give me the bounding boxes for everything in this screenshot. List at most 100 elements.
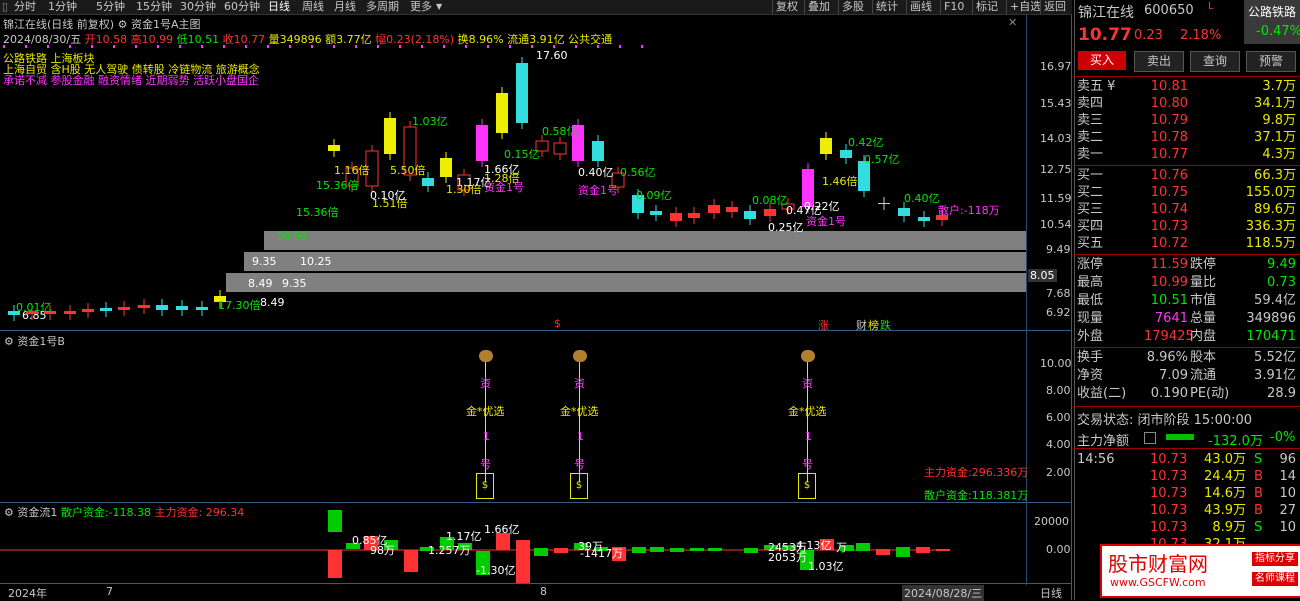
panel-divider — [0, 583, 1072, 584]
flow-label: 4.13亿 — [796, 539, 832, 552]
annotation: 0.40亿 — [578, 166, 614, 179]
retail-funds-label: 散户资金:118.381万 — [924, 489, 1029, 502]
sell-button[interactable]: 卖出 — [1134, 51, 1184, 72]
panel2-title[interactable]: 资金1号B — [17, 335, 65, 348]
annotation: 0.09亿 — [636, 189, 672, 202]
y-tick: 16.97 — [1040, 60, 1072, 73]
tab-30min[interactable]: 30分钟 — [180, 0, 216, 14]
divider — [1074, 254, 1300, 255]
bid-row-4: 买四 10.73 336.3万 — [1077, 219, 1296, 234]
f10-button[interactable]: F10 — [940, 0, 967, 14]
draw-line-button[interactable]: 画线 — [906, 0, 935, 14]
tab-1min[interactable]: 1分钟 — [48, 0, 77, 14]
multi-stock-button[interactable]: 多股 — [838, 0, 867, 14]
tab-monthly[interactable]: 月线 — [334, 0, 356, 14]
period-toolbar: ▯ 分时 1分钟 5分钟 15分钟 30分钟 60分钟 日线 周线 月线 多周期… — [0, 0, 1072, 15]
period-label[interactable]: 日线 — [1040, 585, 1062, 601]
back-button[interactable]: 返回 — [1040, 0, 1069, 14]
alert-button[interactable]: 预警 — [1246, 51, 1296, 72]
buy-button[interactable]: 买入 — [1078, 51, 1126, 70]
tab-5min[interactable]: 5分钟 — [96, 0, 125, 14]
annotation: 1.46倍 — [822, 175, 858, 188]
stats-grid-2: 换手 8.96% 股本 5.52亿 净资 7.09 流通 3.91亿 收益(二) 0… — [1074, 349, 1300, 403]
annotation: 散户:-118万 — [938, 204, 1000, 217]
tick-row: 10.73 24.4万 B 14 — [1150, 469, 1296, 484]
gear-icon[interactable]: ⚙ — [4, 335, 14, 348]
bid-row-2: 买二 10.75 155.0万 — [1077, 185, 1296, 200]
main-net-label: 主力净额 — [1077, 434, 1130, 449]
flow-label: -1417万 — [580, 547, 623, 560]
chevron-down-icon[interactable]: ▼ — [436, 0, 442, 14]
ask-row-5: 卖五 ¥10.81 3.7万 — [1077, 79, 1296, 94]
signal-marker: 资 金*优选 1 号 $ — [466, 350, 505, 502]
y-tick: 7.68 — [1046, 287, 1071, 300]
divider — [1074, 448, 1300, 449]
query-button[interactable]: 查询 — [1190, 51, 1240, 72]
flow-label: 1.03亿 — [808, 560, 844, 573]
stat-row: 现量 7641 总量 349896 — [1077, 311, 1296, 326]
gourd-icon — [479, 350, 493, 362]
money-bag-icon: $ — [798, 473, 816, 499]
annotation: 5.50倍 — [390, 164, 426, 177]
annotation: 资金1号 — [806, 215, 846, 228]
ask-row-1: 卖一 10.77 4.3万 — [1077, 147, 1296, 162]
main-net-pct: -0% — [1270, 430, 1296, 445]
net-bar — [1166, 434, 1194, 440]
money-bag-icon: $ — [476, 473, 494, 499]
y-tick: 20000 — [1034, 515, 1069, 528]
chart-area[interactable]: 锦江在线(日线 前复权) ⚙ 资金1号A主图 ✕ 2024/08/30/五 开1… — [0, 15, 1072, 601]
tab-multi-period[interactable]: 多周期 — [366, 0, 399, 14]
overlay-button[interactable]: 叠加 — [804, 0, 833, 14]
ask-row-2: 卖二 10.78 37.1万 — [1077, 130, 1296, 145]
stat-row: 外盘 179425 内盘 170471 — [1077, 329, 1296, 344]
annotation: 0.22亿 — [804, 200, 840, 213]
tab-weekly[interactable]: 周线 — [302, 0, 324, 14]
marker-cai: 财 — [856, 319, 867, 332]
tick-row: 10.73 43.9万 B 27 — [1150, 503, 1296, 518]
stats-grid: 涨停 11.59 跌停 9.49 最高 10.99 量比 0.73 最低 10.51… — [1074, 256, 1300, 346]
annotation: 0.42亿 — [848, 136, 884, 149]
annotation: 17.30倍 — [218, 299, 261, 312]
main-net-value: -132.0万 — [1208, 434, 1263, 449]
flow-label: 1.257万 — [428, 544, 471, 557]
annotation: 0.08亿 — [752, 194, 788, 207]
add-watchlist-button[interactable]: +自选 — [1006, 0, 1044, 14]
stats-button[interactable]: 统计 — [872, 0, 901, 14]
ask-row-4: 卖四 10.80 34.1万 — [1077, 96, 1296, 111]
annotation: 15.36倍 — [316, 179, 359, 192]
sector-tag[interactable]: 公路铁路 -0.47% — [1244, 0, 1300, 44]
tab-60min[interactable]: 60分钟 — [224, 0, 260, 14]
y-tick: 6.92 — [1046, 306, 1071, 319]
stat-row: 净资 7.09 流通 3.91亿 — [1077, 368, 1296, 383]
y-tick: 14.03 — [1040, 132, 1072, 145]
annotation: 0.40亿 — [904, 192, 940, 205]
checkbox-icon[interactable] — [1144, 432, 1156, 444]
flow-label: -1.30亿 — [476, 564, 516, 577]
watermark-logo: 股市财富网 www.GSCFW.com 指标分享 名师课程 — [1100, 544, 1300, 598]
stat-row: 收益(二) 0.190 PE(动) 28.9 — [1077, 386, 1296, 401]
tab-daily[interactable]: 日线 — [268, 0, 290, 14]
y-tick: 0.00 — [1046, 543, 1071, 556]
fuquan-button[interactable]: 复权 — [772, 0, 801, 14]
gourd-icon — [573, 350, 587, 362]
l-icon: L — [1208, 1, 1214, 12]
annotation: 0.56亿 — [620, 166, 656, 179]
stock-code: 600650 — [1144, 3, 1194, 18]
signal-marker: 资 金*优选 1 号 $ — [788, 350, 827, 502]
tab-fenshi[interactable]: 分时 — [14, 0, 36, 14]
stat-row: 最低 10.51 市值 59.4亿 — [1077, 293, 1296, 308]
tab-more[interactable]: 更多 — [410, 0, 432, 14]
y-tick: 4.00 — [1046, 438, 1071, 451]
bid-row-1: 买一 10.76 66.3万 — [1077, 168, 1296, 183]
mark-button[interactable]: 标记 — [972, 0, 1001, 14]
flow-label: 98万 — [370, 544, 395, 557]
y-tick: 10.00 — [1040, 357, 1072, 370]
ask-row-3: 卖三 10.79 9.8万 — [1077, 113, 1296, 128]
y-tick: 12.75 — [1040, 163, 1072, 176]
y-tick: 9.49 — [1046, 243, 1071, 256]
annotation: 0.10亿 — [370, 189, 406, 202]
money-bag-icon: $ — [570, 473, 588, 499]
trade-status: 交易状态: 闭市阶段 15:00:00 — [1077, 413, 1253, 428]
tick-row: 10.73 8.9万 S 10 — [1150, 520, 1296, 535]
tab-15min[interactable]: 15分钟 — [136, 0, 172, 14]
